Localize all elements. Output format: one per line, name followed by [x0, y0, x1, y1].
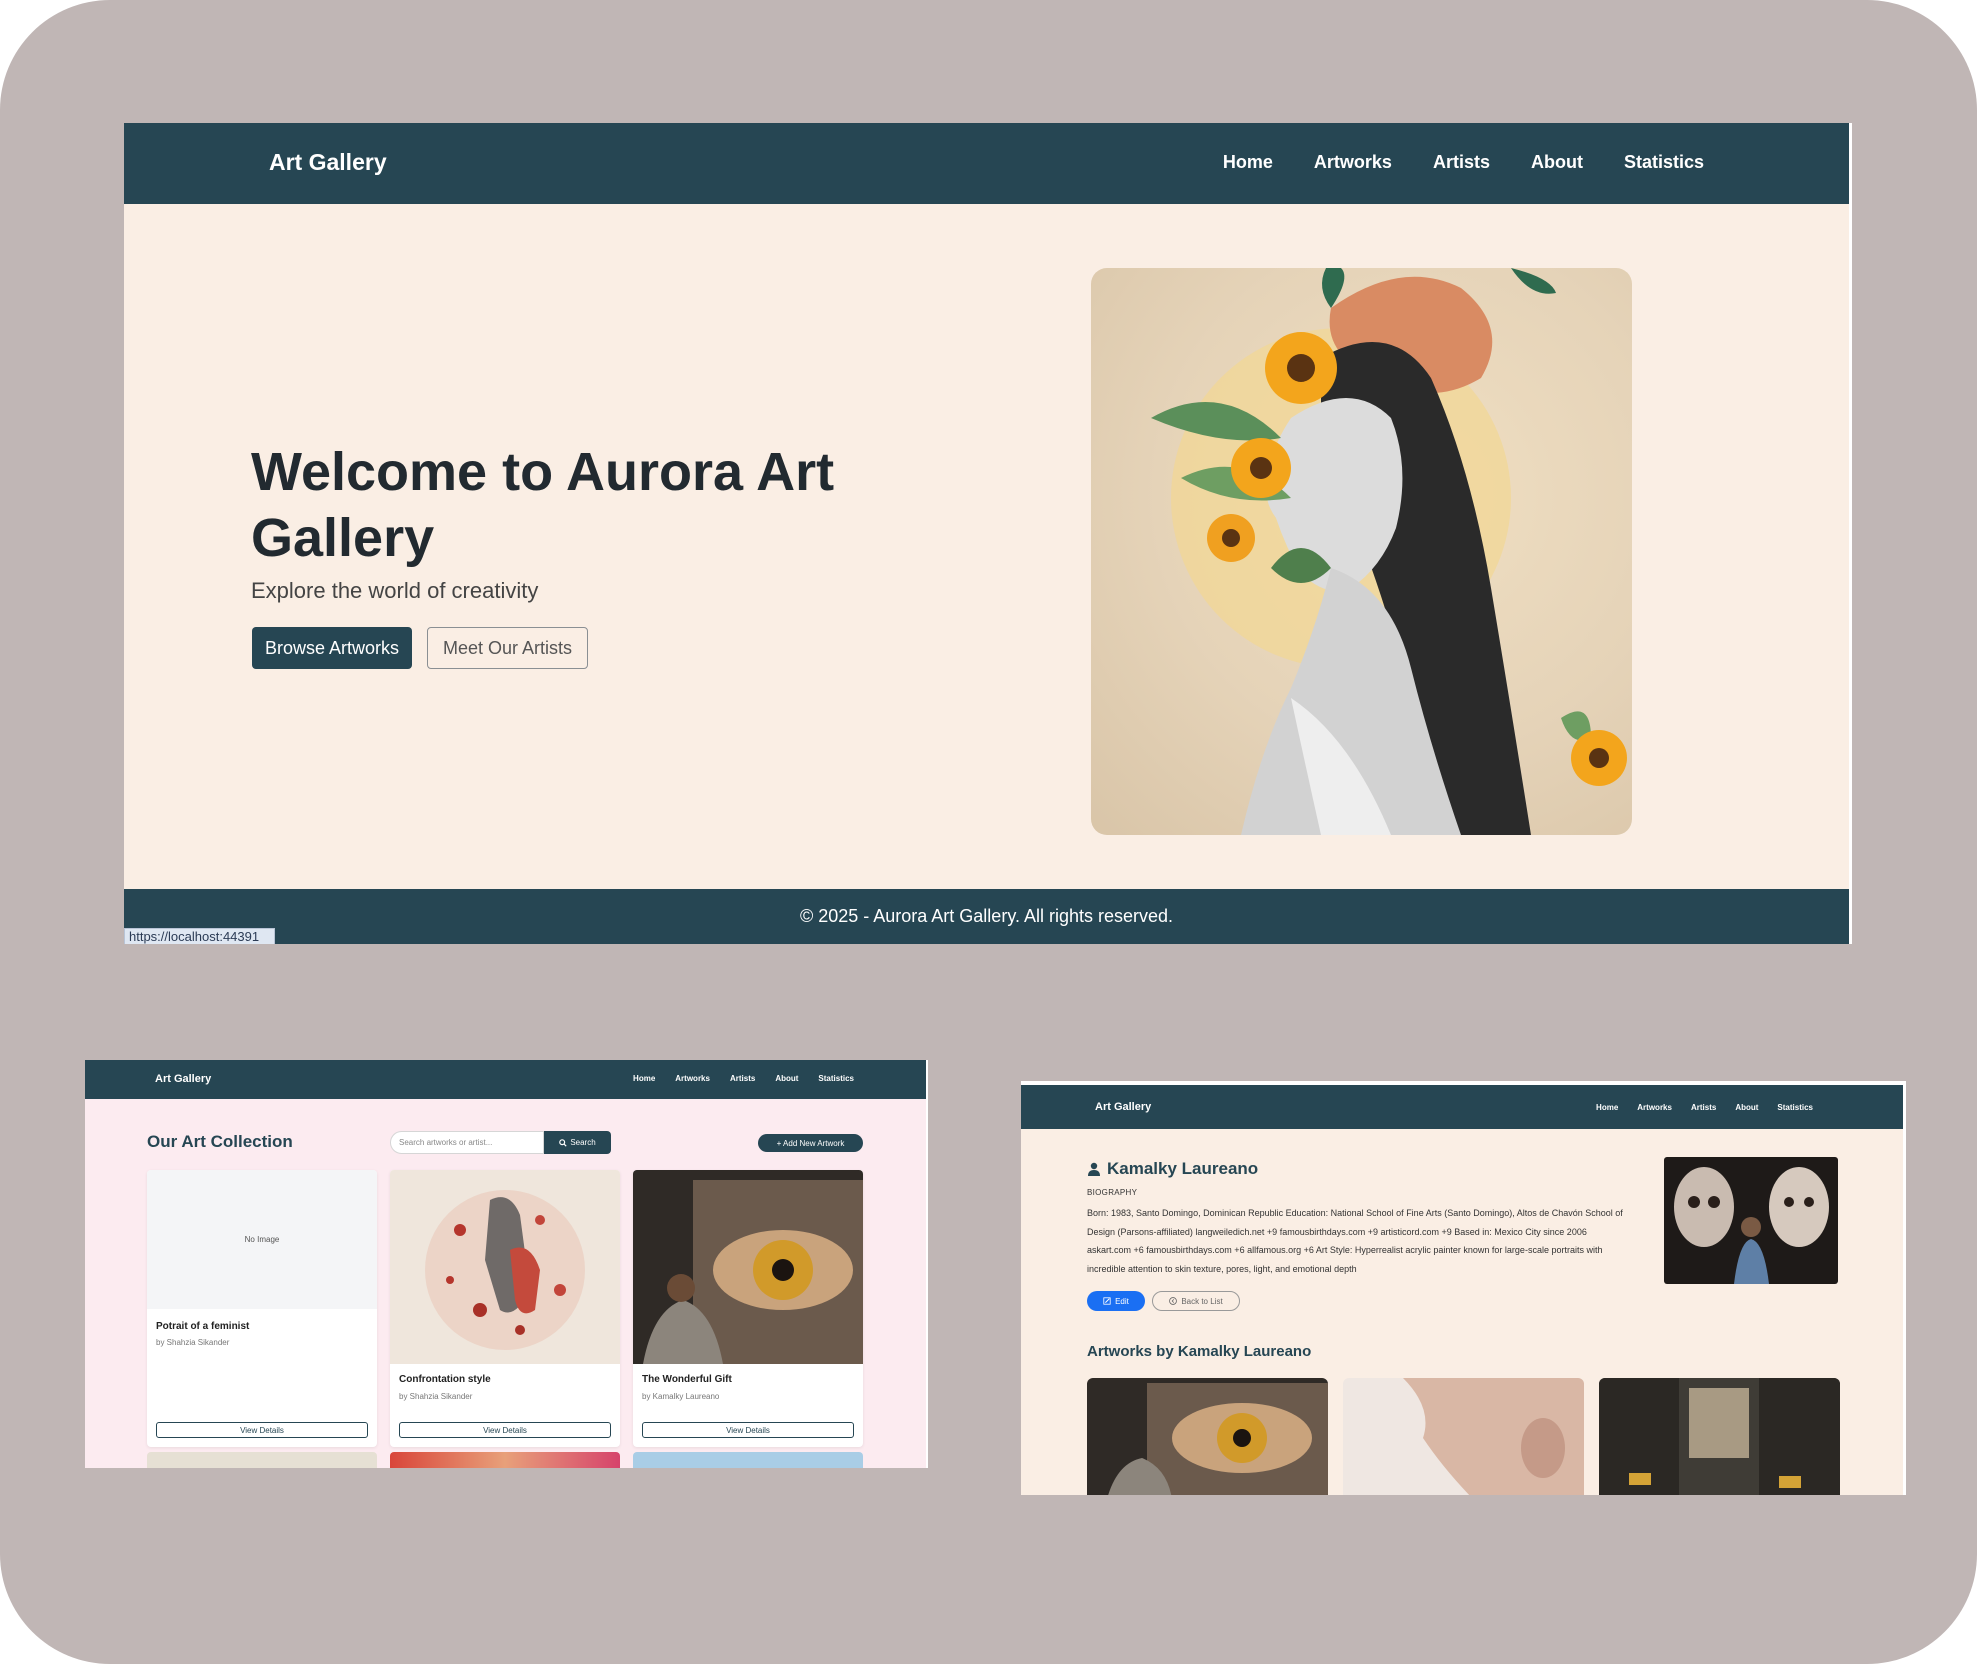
artist-name-heading: Kamalky Laureano [1087, 1159, 1258, 1179]
nav-artworks[interactable]: Artworks [675, 1074, 710, 1083]
nav-statistics[interactable]: Statistics [1777, 1103, 1813, 1112]
artist-artwork-thumb[interactable] [1599, 1378, 1840, 1495]
edit-artist-button[interactable]: Edit [1087, 1291, 1145, 1311]
nav-statistics[interactable]: Statistics [818, 1074, 854, 1083]
sunflower-2 [1231, 438, 1291, 498]
presentation-canvas: Art Gallery Home Artworks Artists About … [0, 0, 1977, 1664]
artwork-artist: by Shahzia Sikander [156, 1338, 230, 1347]
nav-artists[interactable]: Artists [730, 1074, 755, 1083]
home-nav-menu: Home Artworks Artists About Statistics [1223, 152, 1704, 173]
artwork-card-peek [147, 1452, 377, 1468]
collection-navbar: Art Gallery Home Artworks Artists About … [85, 1060, 926, 1099]
footer-copyright: © 2025 - Aurora Art Gallery. All rights … [799, 906, 1174, 926]
home-footer: © 2025 - Aurora Art Gallery. All rights … [124, 889, 1849, 944]
collection-search-input[interactable]: Search artworks or artist... [390, 1131, 544, 1154]
nav-about[interactable]: About [1735, 1103, 1758, 1112]
nav-statistics[interactable]: Statistics [1624, 152, 1704, 173]
nav-about[interactable]: About [775, 1074, 798, 1083]
artwork-image-eye [633, 1170, 863, 1364]
artist-screenshot: Art Gallery Home Artworks Artists About … [1021, 1081, 1906, 1495]
nav-home[interactable]: Home [633, 1074, 655, 1083]
artist-name: Kamalky Laureano [1107, 1159, 1259, 1178]
sunflower-1 [1265, 332, 1337, 404]
browser-status-url: https://localhost:44391 [124, 928, 275, 944]
search-icon [559, 1138, 567, 1147]
artist-artwork-thumb[interactable] [1343, 1378, 1584, 1495]
back-to-list-button[interactable]: Back to List [1152, 1291, 1240, 1311]
artist-nav-menu: Home Artworks Artists About Statistics [1596, 1103, 1813, 1112]
artwork-card[interactable]: Confrontation style by Shahzia Sikander … [390, 1170, 620, 1447]
artist-artworks-heading: Artworks by Kamalky Laureano [1087, 1343, 1312, 1360]
meet-artists-button[interactable]: Meet Our Artists [427, 627, 588, 669]
edit-icon [1103, 1297, 1111, 1305]
artwork-title: Potrait of a feminist [156, 1321, 250, 1332]
artwork-card-peek [633, 1452, 863, 1468]
view-details-button[interactable]: View Details [156, 1422, 368, 1438]
artwork-title: The Wonderful Gift [642, 1374, 732, 1385]
edit-button-label: Edit [1115, 1296, 1129, 1306]
view-details-button[interactable]: View Details [642, 1422, 854, 1438]
artwork-card[interactable]: The Wonderful Gift by Kamalky Laureano V… [633, 1170, 863, 1447]
nav-artists[interactable]: Artists [1691, 1103, 1716, 1112]
sunflower-4 [1571, 730, 1627, 786]
hero-subtitle: Explore the world of creativity [251, 578, 539, 603]
artwork-card[interactable]: No Image Potrait of a feminist by Shahzi… [147, 1170, 377, 1447]
nav-about[interactable]: About [1531, 152, 1583, 173]
view-details-button[interactable]: View Details [399, 1422, 611, 1438]
nav-artists[interactable]: Artists [1433, 152, 1490, 173]
add-artwork-button[interactable]: + Add New Artwork [758, 1134, 863, 1152]
artwork-no-image: No Image [147, 1170, 377, 1309]
home-brand[interactable]: Art Gallery [269, 149, 387, 176]
home-navbar: Art Gallery Home Artworks Artists About … [124, 123, 1849, 204]
artwork-artist: by Shahzia Sikander [399, 1392, 473, 1401]
artwork-title: Confrontation style [399, 1374, 491, 1385]
sunflower-3 [1207, 514, 1255, 562]
collection-search-button[interactable]: Search [544, 1131, 611, 1154]
artist-navbar: Art Gallery Home Artworks Artists About … [1021, 1085, 1903, 1129]
artwork-artist: by Kamalky Laureano [642, 1392, 720, 1401]
hero-artwork-image [1091, 268, 1632, 835]
biography-label: BIOGRAPHY [1087, 1188, 1138, 1197]
nav-home[interactable]: Home [1223, 152, 1273, 173]
collection-brand[interactable]: Art Gallery [155, 1073, 211, 1085]
user-icon [1088, 1162, 1100, 1176]
home-screenshot: Art Gallery Home Artworks Artists About … [124, 123, 1852, 944]
hero-artwork-illustration [1151, 268, 1627, 835]
browse-artworks-button[interactable]: Browse Artworks [252, 627, 412, 669]
back-arrow-icon [1169, 1297, 1178, 1305]
collection-title: Our Art Collection [147, 1132, 293, 1151]
artwork-image-confrontation [390, 1170, 620, 1364]
nav-artworks[interactable]: Artworks [1314, 152, 1392, 173]
back-button-label: Back to List [1181, 1296, 1223, 1306]
search-button-label: Search [570, 1138, 596, 1147]
nav-artworks[interactable]: Artworks [1637, 1103, 1672, 1112]
artist-portrait-image [1664, 1157, 1838, 1284]
artist-artwork-thumb[interactable] [1087, 1378, 1328, 1495]
artist-brand[interactable]: Art Gallery [1095, 1101, 1151, 1113]
nav-home[interactable]: Home [1596, 1103, 1618, 1112]
hero-title: Welcome to Aurora Art Gallery [251, 442, 835, 568]
collection-nav-menu: Home Artworks Artists About Statistics [633, 1074, 854, 1083]
biography-text: Born: 1983, Santo Domingo, Dominican Rep… [1087, 1208, 1623, 1274]
artwork-card-peek [390, 1452, 620, 1468]
collection-screenshot: Art Gallery Home Artworks Artists About … [85, 1060, 928, 1468]
